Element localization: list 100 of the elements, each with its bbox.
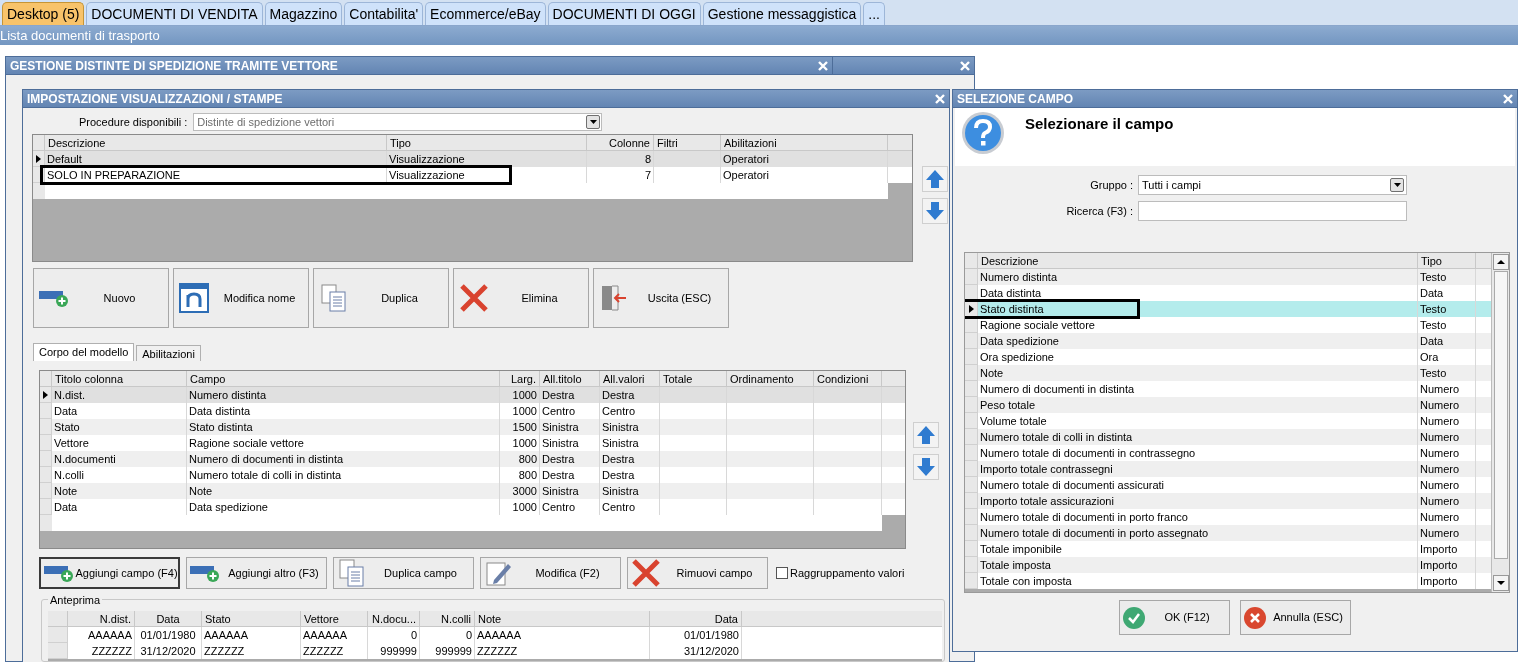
table-row[interactable]: Stato Stato distinta 1500 Sinistra Sinistra (40, 419, 905, 435)
procedure-combo[interactable]: Distinte di spedizione vettori (193, 113, 603, 131)
table-row[interactable]: Numero totale di documenti assicurati Numero (965, 477, 1492, 493)
column-header[interactable]: Note (475, 611, 650, 626)
field-action-button[interactable]: Rimuovi campo (627, 557, 768, 589)
column-header[interactable]: Tipo (387, 135, 587, 150)
move-up-button[interactable] (922, 166, 948, 192)
table-row[interactable]: AAAAAA 01/01/1980 AAAAAA AAAAAA 0 0 AAAAAA 01/01/1980 (48, 627, 942, 643)
app-tab[interactable]: DOCUMENTI DI VENDITA (86, 2, 263, 25)
search-field[interactable] (1138, 201, 1407, 221)
column-header[interactable]: N.colli (420, 611, 475, 626)
column-header[interactable]: All.valori (600, 371, 660, 386)
empty-row[interactable] (33, 183, 888, 199)
close-icon[interactable] (960, 60, 970, 71)
column-header[interactable]: Abilitazioni (721, 135, 888, 150)
column-header[interactable]: Larg. (500, 371, 540, 386)
column-header[interactable]: Descrizione (978, 253, 1418, 268)
table-row[interactable]: Numero totale di documenti in porto assegnato Numero (965, 525, 1492, 541)
table-row[interactable]: Numero distinta Testo (965, 269, 1492, 285)
app-tab[interactable]: Desktop (5) (2, 2, 85, 25)
column-header[interactable]: Data (650, 611, 742, 626)
column-header[interactable]: Totale (660, 371, 727, 386)
table-row[interactable]: Totale con imposta Importo (965, 573, 1492, 589)
toolbar-button[interactable]: Nuovo (33, 268, 169, 328)
scrollbar[interactable] (1491, 253, 1509, 592)
column-header[interactable]: Campo (187, 371, 500, 386)
dropdown-button[interactable] (586, 115, 601, 129)
window-title: IMPOSTAZIONE VISUALIZZAZIONI / STAMPE (27, 90, 283, 108)
table-row[interactable]: Data Data spedizione 1000 Centro Centro (40, 499, 905, 515)
table-row[interactable]: Peso totale Numero (965, 397, 1492, 413)
column-header[interactable]: N.dist. (68, 611, 135, 626)
table-row[interactable]: Totale imponibile Importo (965, 541, 1492, 557)
app-tab[interactable]: Magazzino (264, 2, 343, 25)
row-header[interactable] (33, 151, 45, 167)
field-action-button[interactable]: Aggiungi altro (F3) (186, 557, 327, 589)
column-header[interactable]: Data (135, 611, 202, 626)
field-action-button[interactable]: Duplica campo (333, 557, 474, 589)
table-row[interactable]: Numero totale di documenti in contrassegno Numero (965, 445, 1492, 461)
column-header[interactable]: All.titolo (540, 371, 600, 386)
cancel-button[interactable]: Annulla (ESC) (1240, 600, 1351, 635)
column-header[interactable]: Condizioni (814, 371, 882, 386)
app-tab[interactable]: Ecommerce/eBay (425, 2, 546, 25)
app-tab[interactable]: Contabilita' (344, 2, 424, 25)
table-row[interactable]: Vettore Ragione sociale vettore 1000 Sinistra Sinistra (40, 435, 905, 451)
close-icon[interactable] (818, 60, 828, 71)
app-tab[interactable]: DOCUMENTI DI OGGI (547, 2, 701, 25)
table-row[interactable]: Stato distinta Testo (965, 301, 1492, 317)
group-combo[interactable]: Tutti i campi (1138, 175, 1407, 195)
column-header[interactable]: Titolo colonna (52, 371, 187, 386)
close-icon[interactable] (935, 93, 945, 104)
table-row[interactable]: Data distinta Data (965, 285, 1492, 301)
table-row[interactable]: Totale imposta Importo (965, 557, 1492, 573)
toolbar-button[interactable]: Duplica (313, 268, 449, 328)
table-row[interactable]: Note Testo (965, 365, 1492, 381)
table-row[interactable]: N.colli Numero totale di colli in distinta 800 Destra Destra (40, 467, 905, 483)
column-header[interactable]: Filtri (654, 135, 721, 150)
dropdown-button[interactable] (1390, 178, 1404, 192)
toolbar-button[interactable]: Modifica nome (173, 268, 309, 328)
column-header[interactable]: Colonne (587, 135, 654, 150)
move-down-button[interactable] (913, 454, 939, 480)
table-row[interactable]: Volume totale Numero (965, 413, 1492, 429)
table-row[interactable]: ZZZZZZ 31/12/2020 ZZZZZZ ZZZZZZ 999999 999999 ZZZZZZ 31/12/2020 (48, 643, 942, 659)
table-row[interactable]: Data Data distinta 1000 Centro Centro (40, 403, 905, 419)
column-header[interactable]: Tipo (1418, 253, 1476, 268)
table-row[interactable]: Default Visualizzazione 8 Operatori (33, 151, 912, 167)
tab[interactable]: Corpo del modello (33, 343, 135, 361)
table-row[interactable]: SOLO IN PREPARAZIONE Visualizzazione 7 Operatori (33, 167, 912, 183)
table-row[interactable]: Data spedizione Data (965, 333, 1492, 349)
table-row[interactable]: N.dist. Numero distinta 1000 Destra Destra (40, 387, 905, 403)
scroll-thumb[interactable] (1493, 271, 1508, 559)
table-row[interactable]: Note Note 3000 Sinistra Sinistra (40, 483, 905, 499)
table-row[interactable]: Importo totale assicurazioni Numero (965, 493, 1492, 509)
move-down-button[interactable] (922, 198, 948, 224)
table-row[interactable]: N.documenti Numero di documenti in distinta 800 Destra Destra (40, 451, 905, 467)
table-row[interactable]: Ragione sociale vettore Testo (965, 317, 1492, 333)
scroll-up-button[interactable] (1492, 254, 1509, 270)
toolbar-button[interactable]: Elimina (453, 268, 589, 328)
ok-button[interactable]: OK (F12) (1119, 600, 1230, 635)
column-header[interactable]: Ordinamento (727, 371, 814, 386)
close-icon[interactable] (1503, 93, 1513, 104)
checkbox[interactable] (776, 567, 788, 579)
column-header[interactable]: Stato (202, 611, 301, 626)
row-header[interactable] (40, 387, 52, 403)
tab[interactable]: Abilitazioni (136, 345, 201, 361)
app-tab[interactable]: ... (863, 2, 885, 25)
table-row[interactable]: Numero di documenti in distinta Numero (965, 381, 1492, 397)
field-action-button[interactable]: Aggiungi campo (F4) (39, 557, 180, 589)
table-row[interactable]: Ora spedizione Ora (965, 349, 1492, 365)
combo-value: Tutti i campi (1142, 177, 1201, 193)
table-row[interactable]: Numero totale di colli in distinta Numero (965, 429, 1492, 445)
scroll-down-button[interactable] (1492, 575, 1509, 591)
table-row[interactable]: Importo totale contrassegni Numero (965, 461, 1492, 477)
column-header[interactable]: N.docu... (368, 611, 420, 626)
toolbar-button[interactable]: Uscita (ESC) (593, 268, 729, 328)
table-row[interactable]: Numero totale di documenti in porto franco Numero (965, 509, 1492, 525)
column-header[interactable]: Vettore (301, 611, 368, 626)
move-up-button[interactable] (913, 422, 939, 448)
column-header[interactable]: Descrizione (45, 135, 387, 150)
field-action-button[interactable]: Modifica (F2) (480, 557, 621, 589)
app-tab[interactable]: Gestione messaggistica (702, 2, 862, 25)
